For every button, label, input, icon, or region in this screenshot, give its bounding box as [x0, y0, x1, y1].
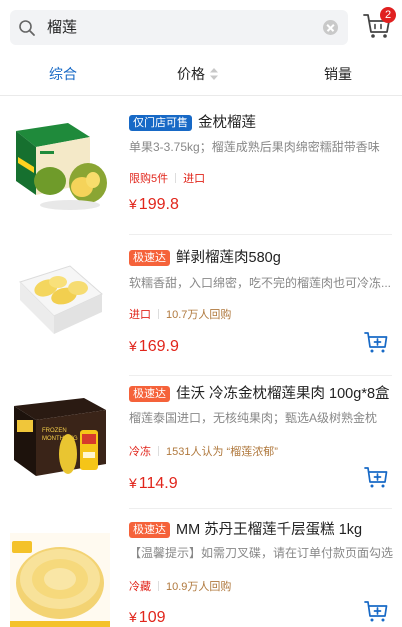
- price-value: 169.9: [138, 338, 179, 355]
- price-symbol: ¥: [129, 196, 137, 212]
- product-description: 榴莲泰国进口，无核纯果肉；甄选A级树熟金枕: [129, 411, 378, 425]
- express-tag: 极速达: [129, 386, 170, 402]
- sort-bar: 综合 价格 销量: [0, 54, 402, 96]
- sort-tab-sales[interactable]: 销量: [324, 65, 352, 83]
- sort-tab-price-label: 价格: [177, 66, 205, 82]
- clear-icon[interactable]: [323, 20, 338, 35]
- durian-gift-box-image: [16, 123, 107, 210]
- product-meta: 冷藏 10.9万人回购: [129, 580, 231, 594]
- divider: [129, 234, 392, 235]
- sort-tab-price[interactable]: 价格: [177, 65, 219, 83]
- product-description: 软糯香甜，入口绵密，吃不完的榴莲肉也可冷冻...: [129, 276, 392, 290]
- divider: [129, 375, 392, 376]
- product-meta: 冷冻 1531人认为 “榴莲浓郁”: [129, 445, 278, 459]
- product-title: 佳沃 冷冻金枕榴莲果肉 100g*8盒: [176, 386, 390, 402]
- product-description: 单果3-3.75kg；榴莲成熟后果肉绵密糯甜带香味: [129, 140, 380, 154]
- store-only-tag: 仅门店可售: [129, 115, 192, 131]
- frozen-durian-package-image: FROZEN MONTHONG: [14, 398, 106, 476]
- product-price: ¥109: [129, 607, 166, 627]
- price-value: 114.9: [138, 475, 178, 492]
- purchase-limit-label: 限购5件: [129, 173, 169, 185]
- product-title: MM 苏丹王榴莲千层蛋糕 1kg: [176, 522, 363, 538]
- product-title-row: 极速达 MM 苏丹王榴莲千层蛋糕 1kg: [129, 521, 362, 540]
- add-to-cart-icon[interactable]: [364, 599, 388, 623]
- product-title-row: 极速达 佳沃 冷冻金枕榴莲果肉 100g*8盒: [129, 385, 390, 404]
- search-icon: [19, 20, 35, 36]
- price-symbol: ¥: [129, 475, 137, 491]
- product-title-row: 极速达 鲜剥榴莲肉580g: [129, 249, 281, 268]
- durian-crepe-cake-image: [10, 533, 110, 627]
- cart-count-badge: 2: [380, 7, 396, 23]
- price-symbol: ¥: [129, 338, 137, 354]
- product-title: 鲜剥榴莲肉580g: [176, 250, 281, 266]
- add-to-cart-icon[interactable]: [364, 330, 388, 354]
- sort-arrows-icon: [210, 68, 218, 81]
- product-price: ¥199.8: [129, 194, 179, 215]
- product-meta: 限购5件 进口: [129, 172, 205, 186]
- divider: [129, 508, 392, 509]
- product-price: ¥169.9: [129, 336, 179, 357]
- price-value: 199.8: [138, 196, 179, 213]
- product-price: ¥114.9: [129, 473, 178, 494]
- search-header: 榴莲 2: [0, 0, 402, 54]
- price-symbol: ¥: [129, 609, 137, 625]
- product-description: 【温馨提示】如需刀叉碟，请在订单付款页面勾选: [129, 546, 393, 560]
- product-title-row: 仅门店可售 金枕榴莲: [129, 114, 256, 133]
- review-highlight: 1531人认为 “榴莲浓郁”: [166, 446, 278, 458]
- durian-flesh-box-image: [19, 265, 103, 334]
- storage-label: 冷冻: [129, 446, 151, 458]
- express-tag: 极速达: [129, 250, 170, 266]
- svg-text:FROZEN: FROZEN: [42, 428, 67, 434]
- storage-label: 冷藏: [129, 581, 151, 593]
- price-value: 109: [138, 609, 166, 626]
- repurchase-count: 10.9万人回购: [166, 581, 232, 593]
- search-query: 榴莲: [47, 19, 78, 36]
- express-tag: 极速达: [129, 522, 170, 538]
- product-meta: 进口 10.7万人回购: [129, 308, 231, 322]
- search-input[interactable]: 榴莲: [10, 10, 348, 45]
- product-title: 金枕榴莲: [198, 115, 256, 131]
- sort-tab-overall[interactable]: 综合: [49, 65, 77, 83]
- add-to-cart-icon[interactable]: [364, 465, 388, 489]
- origin-label: 进口: [183, 173, 206, 185]
- repurchase-count: 10.7万人回购: [166, 309, 232, 321]
- origin-label: 进口: [129, 309, 151, 321]
